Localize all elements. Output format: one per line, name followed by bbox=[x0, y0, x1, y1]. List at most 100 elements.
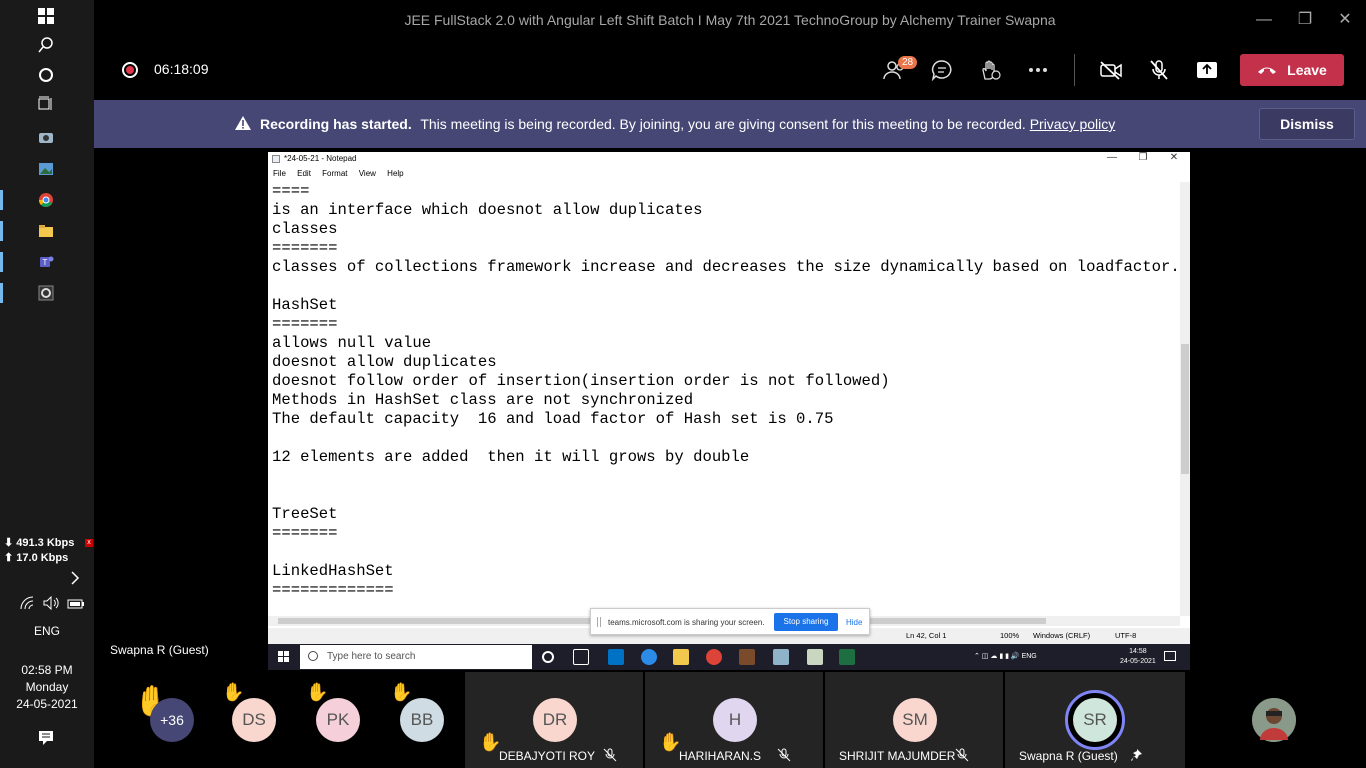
chat-button[interactable] bbox=[927, 56, 957, 84]
reactions-button[interactable] bbox=[975, 56, 1005, 84]
warning-icon bbox=[235, 116, 251, 130]
camera-toggle-button[interactable] bbox=[1096, 56, 1126, 84]
minimize-button[interactable]: — bbox=[1252, 8, 1276, 32]
recording-indicator-icon bbox=[122, 62, 138, 78]
notepad-close-button[interactable]: ✕ bbox=[1164, 152, 1184, 164]
share-content-button[interactable] bbox=[1192, 56, 1222, 84]
stop-sharing-button[interactable]: Stop sharing bbox=[774, 613, 838, 631]
participant-count-badge: 28 bbox=[898, 56, 918, 69]
notepad-restore-button[interactable]: ❐ bbox=[1133, 152, 1153, 164]
chrome-icon[interactable] bbox=[34, 188, 58, 212]
remote-date: 24-05-2021 bbox=[1120, 658, 1156, 665]
remote-search-box[interactable]: Type here to search bbox=[300, 645, 532, 669]
camera-app-icon[interactable] bbox=[34, 125, 58, 149]
task-view-icon[interactable] bbox=[34, 92, 58, 116]
notepad-title: *24-05-21 - Notepad bbox=[284, 154, 357, 163]
participant-tile-presenter[interactable]: SR Swapna R (Guest) bbox=[1005, 672, 1185, 768]
download-speed: ⬇ 491.3 Kbps bbox=[4, 537, 75, 549]
participant-avatar: H bbox=[713, 698, 757, 742]
remote-time: 14:58 bbox=[1129, 648, 1147, 655]
participant-avatar: SR bbox=[1073, 698, 1117, 742]
leave-button[interactable]: Leave bbox=[1240, 54, 1344, 86]
file-explorer-icon[interactable] bbox=[673, 649, 689, 665]
edge-icon[interactable] bbox=[641, 649, 657, 665]
remote-system-tray: ⌃ ◫ ☁ ▮ ▮ 🔊 ENG bbox=[974, 653, 1037, 660]
photos-app-icon[interactable] bbox=[34, 157, 58, 181]
call-toolbar: 06:18:09 28 Leave bbox=[94, 40, 1366, 100]
raised-hand-icon: ✋ bbox=[222, 682, 245, 702]
hang-up-icon bbox=[1258, 67, 1277, 74]
call-timer: 06:18:09 bbox=[154, 61, 209, 77]
participant-avatar[interactable]: BB bbox=[400, 698, 444, 742]
cortana-icon[interactable] bbox=[34, 63, 58, 87]
app-icon-2[interactable] bbox=[773, 649, 789, 665]
remote-taskbar: Type here to search ⌃ ◫ ☁ ▮ ▮ 🔊 ENG 14:5… bbox=[268, 644, 1190, 670]
remote-language: ENG bbox=[1021, 653, 1037, 660]
menu-format[interactable]: Format bbox=[322, 169, 347, 178]
search-icon[interactable] bbox=[34, 33, 58, 57]
app-icon[interactable] bbox=[739, 649, 755, 665]
clock-time: 02:58 PM bbox=[21, 663, 73, 677]
windows-start-icon[interactable] bbox=[34, 4, 58, 28]
windows-taskbar: T ⬇ 491.3 Kbps ⬆ 17.0 Kbps x ENG 02:58 P… bbox=[0, 0, 94, 768]
mic-toggle-button[interactable] bbox=[1144, 56, 1174, 84]
action-center-icon[interactable] bbox=[38, 730, 54, 751]
system-clock[interactable]: 02:58 PM Monday 24-05-2021 bbox=[0, 662, 94, 713]
zoom-level: 100% bbox=[1000, 631, 1020, 640]
chrome-icon[interactable] bbox=[706, 649, 722, 665]
menu-view[interactable]: View bbox=[359, 169, 376, 178]
close-button[interactable]: ✕ bbox=[1333, 8, 1357, 32]
vertical-scrollbar[interactable] bbox=[1180, 182, 1190, 616]
notification-icon[interactable] bbox=[1164, 651, 1176, 661]
participant-name: SHRIJIT MAJUMDER bbox=[839, 749, 956, 763]
recording-banner: Recording has started. This meeting is b… bbox=[94, 100, 1366, 148]
participant-avatar[interactable]: DS bbox=[232, 698, 276, 742]
settings-app-icon[interactable] bbox=[34, 281, 58, 305]
hide-sharing-bar-link[interactable]: Hide bbox=[846, 618, 862, 627]
privacy-policy-link[interactable]: Privacy policy bbox=[1030, 116, 1116, 132]
excel-icon[interactable] bbox=[839, 649, 855, 665]
dismiss-button[interactable]: Dismiss bbox=[1259, 108, 1355, 140]
teams-icon[interactable]: T bbox=[34, 250, 58, 274]
menu-help[interactable]: Help bbox=[387, 169, 403, 178]
volume-icon[interactable] bbox=[43, 595, 61, 615]
net-stats-close-icon[interactable]: x bbox=[85, 539, 93, 547]
mic-off-icon bbox=[603, 748, 617, 762]
self-video-avatar[interactable] bbox=[1252, 698, 1296, 742]
battery-icon[interactable] bbox=[67, 597, 85, 615]
participant-tile[interactable]: H ✋ HARIHARAN.S bbox=[645, 672, 823, 768]
menu-file[interactable]: File bbox=[273, 169, 286, 178]
participant-avatar[interactable]: PK bbox=[316, 698, 360, 742]
chevron-right-icon[interactable] bbox=[68, 570, 82, 591]
remote-clock[interactable]: 14:58 24-05-2021 bbox=[1120, 647, 1156, 667]
notepad-icon bbox=[272, 155, 280, 163]
participant-avatar: DR bbox=[533, 698, 577, 742]
file-explorer-icon[interactable] bbox=[34, 219, 58, 243]
share-screen-icon bbox=[1197, 62, 1217, 78]
shared-screen: *24-05-21 - Notepad — ❐ ✕ File Edit Form… bbox=[268, 152, 1190, 670]
maximize-button[interactable]: ❐ bbox=[1293, 8, 1317, 32]
banner-message: Recording has started. This meeting is b… bbox=[260, 116, 1115, 132]
user-photo-icon bbox=[1252, 698, 1296, 742]
app-icon-3[interactable] bbox=[807, 649, 823, 665]
mail-icon[interactable] bbox=[608, 649, 624, 665]
notepad-text-area[interactable]: ==== is an interface which doesnot allow… bbox=[272, 182, 1178, 616]
participant-name: DEBAJYOTI ROY bbox=[499, 749, 596, 763]
network-stats: ⬇ 491.3 Kbps ⬆ 17.0 Kbps bbox=[4, 536, 74, 566]
cortana-icon[interactable] bbox=[542, 651, 554, 663]
menu-edit[interactable]: Edit bbox=[297, 169, 311, 178]
participant-tile[interactable]: DR ✋ DEBAJYOTI ROY bbox=[465, 672, 643, 768]
drag-handle-icon[interactable] bbox=[597, 617, 601, 627]
more-actions-button[interactable] bbox=[1023, 56, 1053, 84]
remote-start-icon[interactable] bbox=[278, 651, 290, 663]
raised-hand-icon: ✋ bbox=[306, 682, 329, 702]
leave-label: Leave bbox=[1287, 62, 1327, 78]
overflow-participants-button[interactable]: +36 bbox=[150, 698, 194, 742]
upload-speed: ⬆ 17.0 Kbps bbox=[4, 552, 69, 564]
wifi-icon[interactable] bbox=[20, 596, 36, 615]
input-language[interactable]: ENG bbox=[0, 624, 94, 638]
notepad-minimize-button[interactable]: — bbox=[1102, 152, 1122, 164]
task-view-icon[interactable] bbox=[573, 649, 589, 665]
participant-tile[interactable]: SM SHRIJIT MAJUMDER bbox=[825, 672, 1003, 768]
banner-title: Recording has started. bbox=[260, 116, 412, 132]
